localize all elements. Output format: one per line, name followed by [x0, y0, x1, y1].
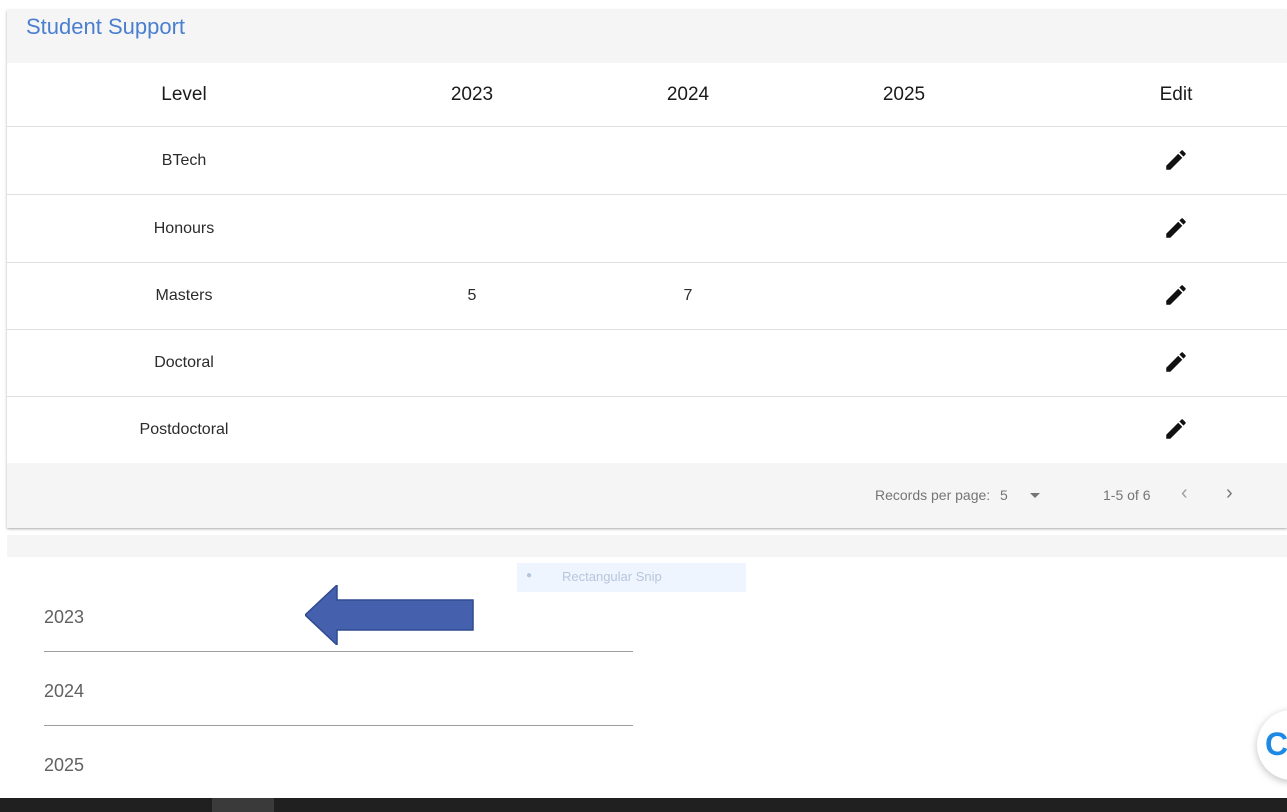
year-list-item[interactable]: 2024: [44, 651, 633, 726]
table-pagination: Records per page: 5 1-5 of 6 ‹ ›: [7, 463, 1287, 528]
cell-2025: [824, 127, 984, 194]
card-header: Student Support: [7, 10, 1287, 63]
table-row: Masters 5 7: [7, 262, 1287, 330]
column-header-edit: Edit: [1159, 84, 1193, 105]
second-panel-header: [7, 535, 1287, 557]
table-row: Honours: [7, 195, 1287, 263]
table-row: Postdoctoral: [7, 396, 1287, 464]
pencil-icon: [1166, 419, 1186, 439]
year-label: 2025: [44, 755, 85, 775]
cell-2023: [392, 195, 552, 262]
pencil-icon: [1166, 218, 1186, 238]
edit-button[interactable]: [1163, 147, 1189, 173]
records-per-page-select[interactable]: 5: [1000, 487, 1008, 503]
cell-level: Postdoctoral: [139, 421, 229, 438]
cell-2025: [824, 329, 984, 396]
records-per-page-label: Records per page:: [875, 487, 991, 503]
year-label: 2023: [44, 607, 85, 627]
column-header-level: Level: [161, 84, 207, 105]
cell-2025: [824, 262, 984, 329]
caret-down-icon[interactable]: [1030, 493, 1040, 498]
pencil-icon: [1166, 150, 1186, 170]
cell-2025: [824, 195, 984, 262]
table-row: Doctoral: [7, 329, 1287, 397]
annotation-arrow-icon: [305, 585, 474, 645]
card-title: Student Support: [26, 14, 186, 39]
cell-2024: [608, 127, 768, 194]
year-list-item[interactable]: 2025: [44, 725, 633, 800]
cell-2024: [608, 329, 768, 396]
cell-level: Honours: [153, 220, 215, 237]
column-header-2025: 2025: [882, 84, 926, 105]
cell-2023: [392, 396, 552, 463]
taskbar: [0, 798, 1287, 812]
edit-button[interactable]: [1163, 215, 1189, 241]
edit-button[interactable]: [1163, 349, 1189, 375]
cell-2023: [392, 127, 552, 194]
year-label: 2024: [44, 681, 85, 701]
chevron-left-icon[interactable]: ‹: [1181, 482, 1188, 505]
cell-level: Masters: [155, 287, 213, 304]
cell-2023: 5: [467, 287, 477, 304]
chat-icon: C: [1265, 726, 1287, 762]
edit-button[interactable]: [1163, 416, 1189, 442]
chevron-right-icon[interactable]: ›: [1226, 482, 1233, 505]
cell-2023: [392, 329, 552, 396]
cell-2024: [608, 396, 768, 463]
cell-level: BTech: [161, 152, 207, 169]
cell-2024: [608, 195, 768, 262]
pencil-icon: [1166, 285, 1186, 305]
cell-level: Doctoral: [154, 354, 214, 371]
pencil-icon: [1166, 352, 1186, 372]
chat-widget-button[interactable]: C: [1257, 710, 1287, 780]
student-support-card: Student Support Level 2023 2024 2025 Edi…: [7, 10, 1287, 528]
cell-2024: 7: [683, 287, 693, 304]
cell-2025: [824, 396, 984, 463]
column-header-2024: 2024: [666, 84, 710, 105]
pagination-range: 1-5 of 6: [1103, 487, 1151, 503]
table-header: Level 2023 2024 2025 Edit: [7, 63, 1287, 127]
table-row: BTech: [7, 127, 1287, 195]
taskbar-item[interactable]: [212, 798, 274, 812]
column-header-2023: 2023: [450, 84, 494, 105]
edit-button[interactable]: [1163, 282, 1189, 308]
